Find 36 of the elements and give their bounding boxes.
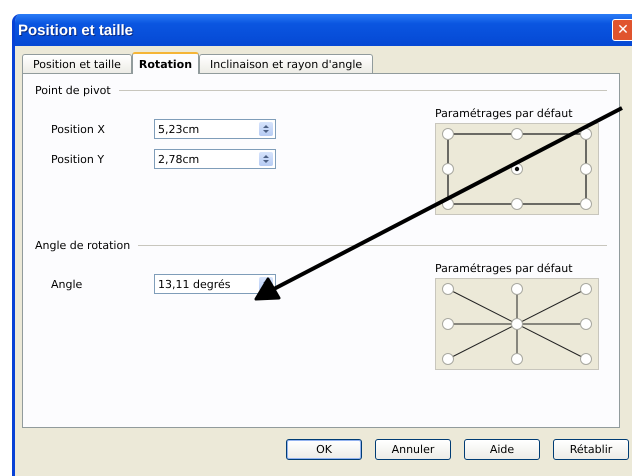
field-label: Angle (51, 278, 84, 290)
field-label: Position X (51, 122, 106, 136)
tab[interactable]: Position et taille (22, 54, 132, 73)
spin-arrows-icon[interactable] (259, 152, 273, 166)
group-title: Point de pivot (35, 84, 111, 97)
radio-button[interactable] (442, 163, 454, 175)
dialog-button[interactable]: Aide (464, 439, 540, 460)
radio-button[interactable] (511, 318, 523, 330)
radio-button[interactable] (511, 198, 523, 210)
radio-button[interactable] (580, 318, 592, 330)
window-title: Position et taille (18, 22, 134, 38)
radio-button[interactable] (442, 353, 454, 365)
presets-label: Paramétrages par défaut (435, 262, 574, 275)
radio-button[interactable] (580, 353, 592, 365)
tab[interactable]: Rotation (132, 52, 200, 74)
radio-button[interactable] (442, 318, 454, 330)
radio-button[interactable] (511, 353, 523, 365)
radio-button[interactable] (580, 163, 592, 175)
radio-button[interactable] (442, 128, 454, 140)
input-field[interactable]: 2,78cm (154, 149, 276, 169)
radio-button[interactable] (511, 128, 523, 140)
dialog-button[interactable]: OK (286, 439, 362, 460)
dialog-button[interactable]: Rétablir (553, 439, 629, 460)
tab[interactable]: Inclinaison et rayon d'angle (199, 54, 374, 73)
radio-button[interactable] (442, 283, 454, 295)
input-field[interactable]: 13,11 degrés (154, 274, 276, 294)
input-field[interactable]: 5,23cm (154, 119, 276, 139)
dialog-button[interactable]: Annuler (375, 439, 451, 460)
close-button[interactable]: ✕ (612, 19, 632, 41)
radio-button[interactable] (580, 198, 592, 210)
radio-button[interactable] (580, 283, 592, 295)
field-label: Position Y (51, 152, 106, 166)
spin-arrows-icon[interactable] (259, 122, 273, 136)
group-title: Angle de rotation (35, 239, 130, 252)
presets-label: Paramétrages par défaut (435, 107, 574, 120)
radio-button[interactable] (511, 283, 523, 295)
